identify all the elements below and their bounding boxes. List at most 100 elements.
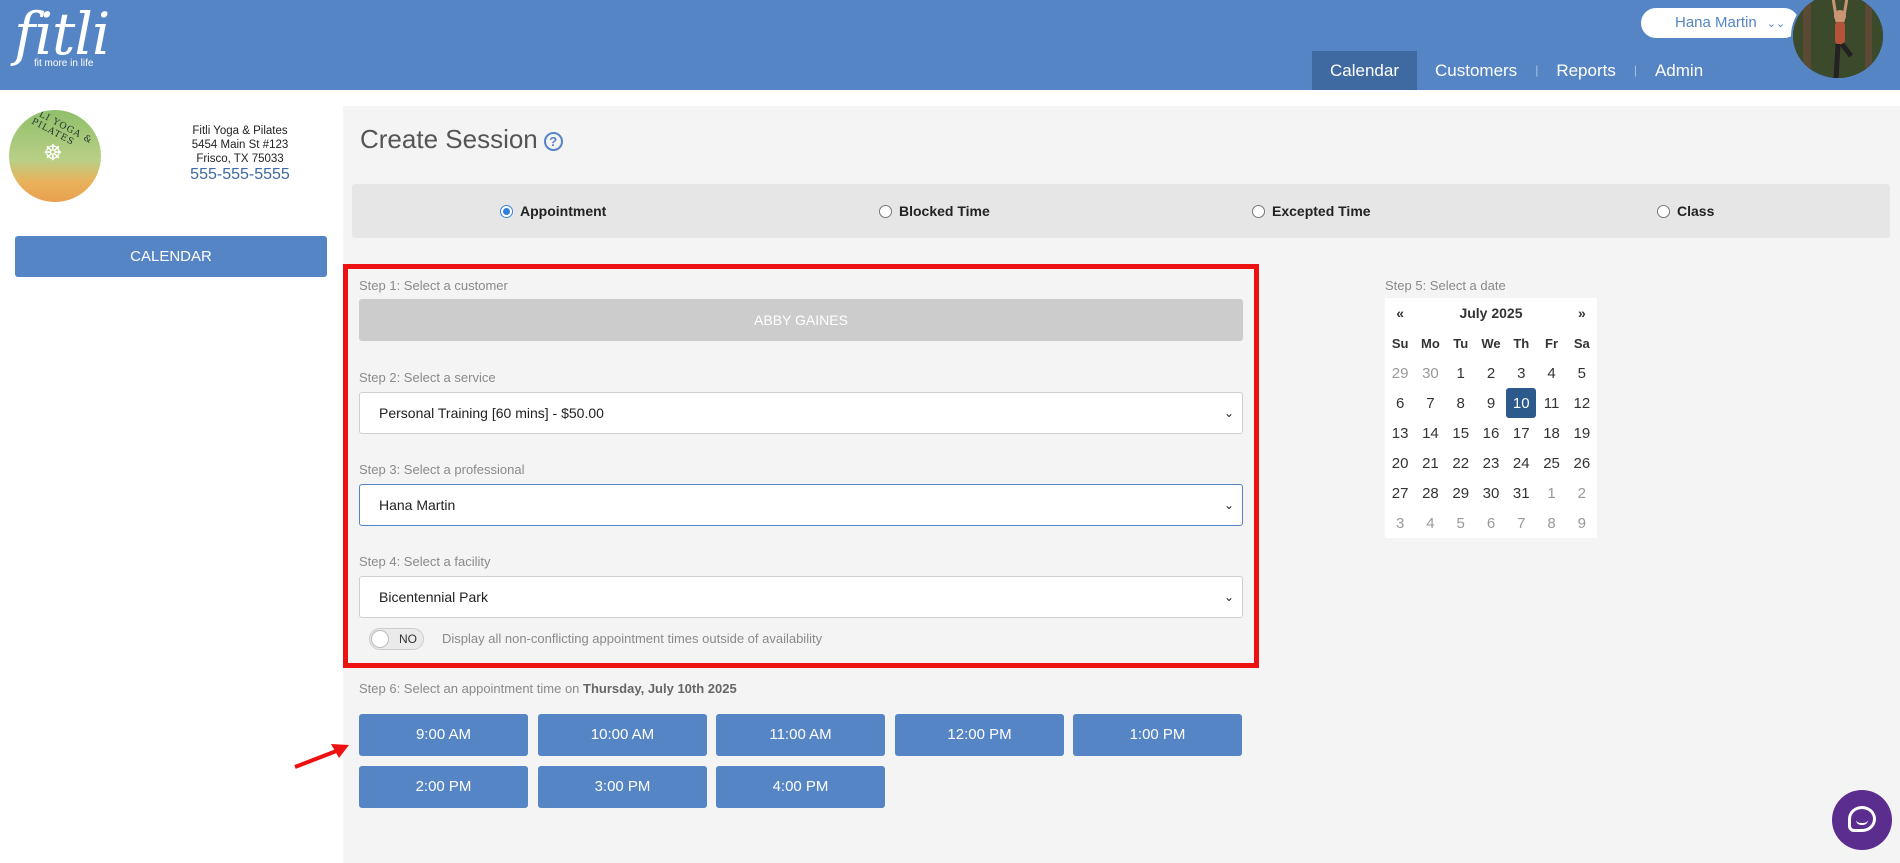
calendar-day[interactable]: 5 bbox=[1567, 358, 1597, 388]
radio-appointment[interactable]: Appointment bbox=[500, 184, 606, 238]
prev-month-button[interactable]: « bbox=[1385, 298, 1415, 328]
calendar-day[interactable]: 5 bbox=[1446, 508, 1476, 538]
calendar-day[interactable]: 9 bbox=[1476, 388, 1506, 418]
nav-reports[interactable]: Reports bbox=[1538, 51, 1634, 90]
calendar-day[interactable]: 22 bbox=[1446, 448, 1476, 478]
business-phone[interactable]: 555-555-5555 bbox=[170, 166, 310, 184]
time-slot-button[interactable]: 2:00 PM bbox=[359, 766, 528, 808]
time-slot-button[interactable]: 1:00 PM bbox=[1073, 714, 1242, 756]
professional-select[interactable]: Hana Martin ⌄ bbox=[359, 484, 1243, 526]
calendar-day[interactable]: 17 bbox=[1506, 418, 1536, 448]
calendar-day[interactable]: 20 bbox=[1385, 448, 1415, 478]
arrow-annotation-icon bbox=[294, 744, 349, 769]
calendar-day[interactable]: 2 bbox=[1567, 478, 1597, 508]
step2-label: Step 2: Select a service bbox=[359, 370, 496, 385]
business-name: Fitli Yoga & Pilates bbox=[192, 125, 288, 137]
calendar-day[interactable]: 27 bbox=[1385, 478, 1415, 508]
weekday-label: Sa bbox=[1573, 335, 1590, 351]
calendar-day[interactable]: 29 bbox=[1385, 358, 1415, 388]
service-select[interactable]: Personal Training [60 mins] - $50.00 ⌄ bbox=[359, 392, 1243, 434]
weekday-label: Tu bbox=[1453, 335, 1469, 351]
calendar-day[interactable]: 1 bbox=[1536, 478, 1566, 508]
calendar-day[interactable]: 19 bbox=[1567, 418, 1597, 448]
time-slot-button[interactable]: 9:00 AM bbox=[359, 714, 528, 756]
service-value: Personal Training [60 mins] - $50.00 bbox=[379, 405, 604, 421]
weekday-header: Su Mo Tu We Th Fr Sa bbox=[1385, 328, 1597, 358]
calendar-day[interactable]: 28 bbox=[1415, 478, 1445, 508]
calendar-day[interactable]: 30 bbox=[1415, 358, 1445, 388]
calendar-day[interactable]: 11 bbox=[1536, 388, 1566, 418]
avatar[interactable] bbox=[1791, 0, 1885, 80]
radio-button[interactable] bbox=[1252, 204, 1265, 218]
non-conflicting-toggle[interactable]: NO bbox=[369, 628, 424, 650]
nav-admin[interactable]: Admin bbox=[1637, 51, 1721, 90]
calendar-day[interactable]: 10 bbox=[1506, 388, 1537, 418]
calendar-day[interactable]: 14 bbox=[1415, 418, 1445, 448]
calendar-day[interactable]: 15 bbox=[1446, 418, 1476, 448]
calendar-day[interactable]: 4 bbox=[1536, 358, 1566, 388]
facility-select[interactable]: Bicentennial Park ⌄ bbox=[359, 576, 1243, 618]
avatar-photo bbox=[1793, 0, 1883, 78]
help-icon[interactable]: ? bbox=[543, 131, 563, 151]
fitli-logo[interactable]: fitli fit more in life bbox=[14, 4, 110, 69]
calendar-day[interactable]: 16 bbox=[1476, 418, 1506, 448]
calendar-week: 29 30 1 2 3 4 5 bbox=[1385, 358, 1597, 388]
step6-prefix: Step 6: Select an appointment time on bbox=[359, 681, 580, 696]
time-slot-button[interactable]: 11:00 AM bbox=[716, 714, 885, 756]
calendar-day[interactable]: 13 bbox=[1385, 418, 1415, 448]
calendar-day[interactable]: 31 bbox=[1506, 478, 1536, 508]
calendar-day[interactable]: 9 bbox=[1567, 508, 1597, 538]
radio-excepted-time[interactable]: Excepted Time bbox=[1252, 184, 1371, 238]
calendar-day[interactable]: 6 bbox=[1476, 508, 1506, 538]
calendar-day[interactable]: 30 bbox=[1476, 478, 1506, 508]
business-logo: FITLI YOGA & PILATES ☸ bbox=[9, 110, 101, 202]
address-line-1: 5454 Main St #123 bbox=[191, 139, 289, 151]
calendar-day[interactable]: 21 bbox=[1415, 448, 1445, 478]
month-label[interactable]: July 2025 bbox=[1415, 298, 1566, 328]
user-menu[interactable]: Hana Martin ⌄⌄ bbox=[1641, 8, 1799, 38]
radio-button[interactable] bbox=[500, 204, 513, 218]
nav-customers[interactable]: Customers bbox=[1417, 51, 1535, 90]
select-customer-button[interactable]: ABBY GAINES bbox=[359, 299, 1243, 341]
step4-label: Step 4: Select a facility bbox=[359, 554, 491, 569]
radio-button[interactable] bbox=[1657, 204, 1670, 218]
live-chat-button[interactable] bbox=[1832, 790, 1892, 850]
calendar-day[interactable]: 25 bbox=[1536, 448, 1566, 478]
calendar-day[interactable]: 29 bbox=[1446, 478, 1476, 508]
calendar-day[interactable]: 24 bbox=[1506, 448, 1536, 478]
calendar-day[interactable]: 26 bbox=[1567, 448, 1597, 478]
time-slot-button[interactable]: 10:00 AM bbox=[538, 714, 707, 756]
sidebar-calendar-button[interactable]: CALENDAR bbox=[15, 236, 327, 277]
weekday-label: Mo bbox=[1421, 335, 1440, 351]
facility-value: Bicentennial Park bbox=[379, 589, 488, 605]
professional-value: Hana Martin bbox=[379, 497, 456, 513]
step6-label: Step 6: Select an appointment time on Th… bbox=[359, 681, 737, 696]
time-slot-button[interactable]: 12:00 PM bbox=[895, 714, 1064, 756]
calendar-day[interactable]: 18 bbox=[1536, 418, 1566, 448]
calendar-day[interactable]: 3 bbox=[1506, 358, 1536, 388]
calendar-days: 29 30 1 2 3 4 5 6 7 8 9 10 11 12 13 14 15 16 17 18 19 20 21 22 2… bbox=[1385, 358, 1597, 538]
meditation-icon: ☸ bbox=[43, 140, 63, 165]
calendar-day[interactable]: 7 bbox=[1506, 508, 1536, 538]
calendar-day[interactable]: 7 bbox=[1415, 388, 1445, 418]
calendar-day[interactable]: 23 bbox=[1476, 448, 1506, 478]
calendar-day[interactable]: 8 bbox=[1536, 508, 1566, 538]
calendar-day[interactable]: 3 bbox=[1385, 508, 1415, 538]
radio-label: Excepted Time bbox=[1272, 203, 1371, 219]
radio-class[interactable]: Class bbox=[1657, 184, 1714, 238]
calendar-week: 3456789 bbox=[1385, 508, 1597, 538]
calendar-day[interactable]: 12 bbox=[1567, 388, 1597, 418]
nav-calendar[interactable]: Calendar bbox=[1312, 51, 1417, 90]
next-month-button[interactable]: » bbox=[1567, 298, 1597, 328]
calendar-day[interactable]: 1 bbox=[1446, 358, 1476, 388]
radio-blocked-time[interactable]: Blocked Time bbox=[879, 184, 990, 238]
time-slot-button[interactable]: 3:00 PM bbox=[538, 766, 707, 808]
time-slot-button[interactable]: 4:00 PM bbox=[716, 766, 885, 808]
radio-button[interactable] bbox=[879, 204, 892, 218]
calendar-day[interactable]: 8 bbox=[1446, 388, 1476, 418]
calendar-day[interactable]: 4 bbox=[1415, 508, 1445, 538]
calendar-day[interactable]: 2 bbox=[1476, 358, 1506, 388]
calendar-day[interactable]: 6 bbox=[1385, 388, 1415, 418]
user-name: Hana Martin bbox=[1675, 14, 1757, 31]
calendar-week: 20 21 22 23 24 25 26 bbox=[1385, 448, 1597, 478]
